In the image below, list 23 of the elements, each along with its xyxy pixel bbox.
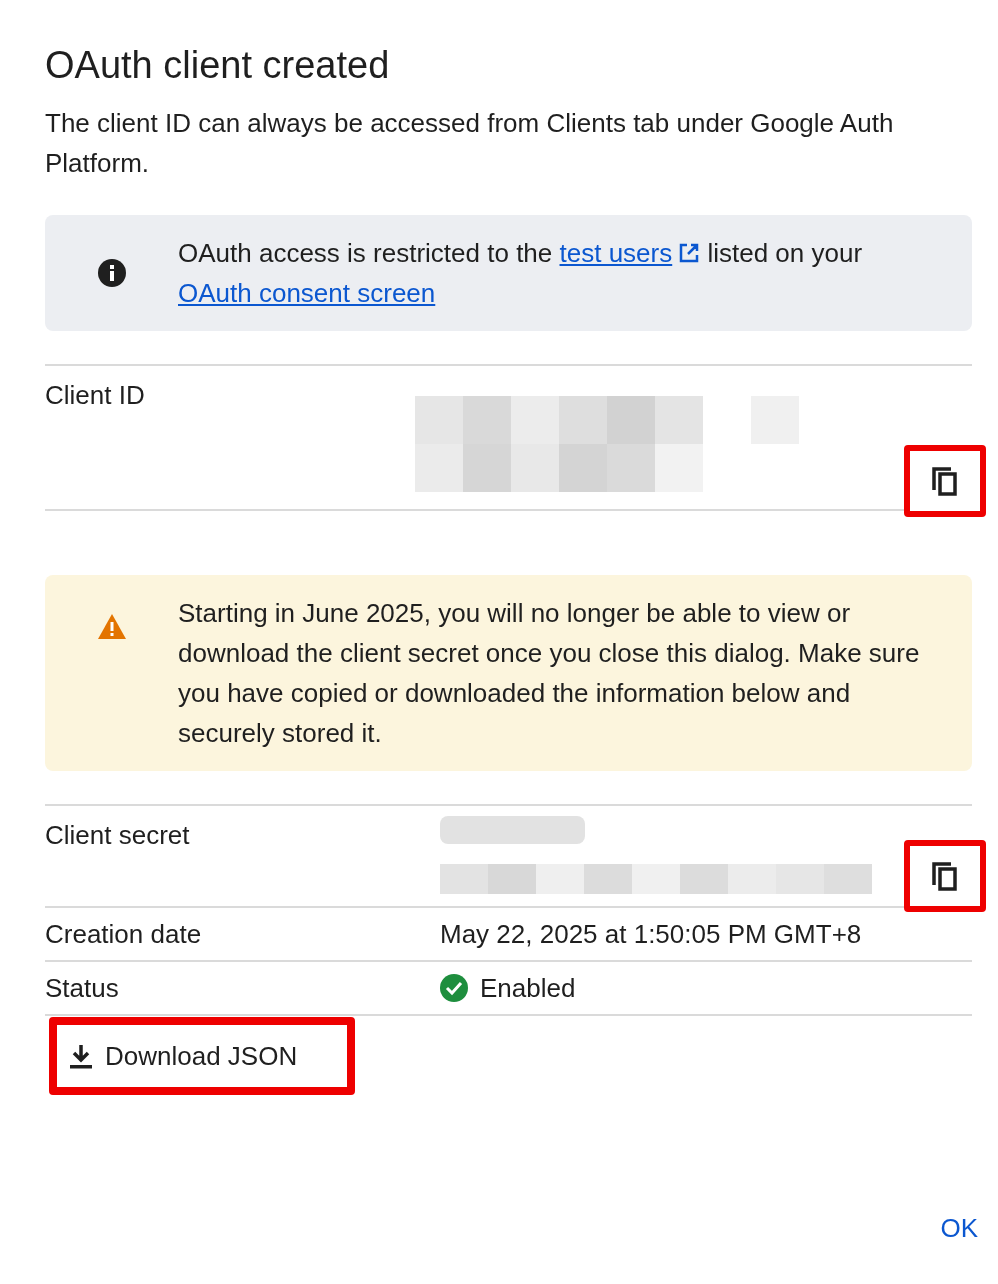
description-text: The client ID can always be accessed from Clients tab under Google Auth Platform. <box>45 107 895 180</box>
status-value: Enabled <box>480 971 576 1005</box>
field-label: Status <box>45 971 120 1005</box>
copy-icon <box>932 861 958 891</box>
check-circle-icon <box>440 974 468 1002</box>
info-icon <box>96 258 127 288</box>
download-json-button[interactable]: Download JSON <box>49 1017 355 1095</box>
field-label: Client ID <box>45 379 146 412</box>
field-label: Client secret <box>45 819 191 852</box>
copy-button[interactable] <box>904 840 986 912</box>
info-text: OAuth access is restricted to the test users listed on your OAuth consent screen <box>178 233 898 313</box>
warning-icon <box>96 613 127 640</box>
copy-button[interactable] <box>904 445 986 517</box>
warning-text: Starting in June 2025, you will no longer be able to view or download the client secret once you close this dialog. Make sure you have copied or downloaded the information below and securely stored it. <box>178 597 921 750</box>
copy-icon <box>932 466 958 496</box>
external-link-icon <box>678 242 701 264</box>
download-icon <box>69 1043 93 1069</box>
dialog-title: OAuth client created <box>45 43 391 88</box>
consent-screen-link[interactable]: OAuth consent screen <box>178 278 436 308</box>
test-users-link[interactable]: test users <box>559 233 701 273</box>
field-label: Creation date <box>45 917 203 951</box>
field-value: May 22, 2025 at 1:50:05 PM GMT+8 <box>440 917 862 951</box>
ok-button[interactable]: OK <box>938 1209 980 1248</box>
